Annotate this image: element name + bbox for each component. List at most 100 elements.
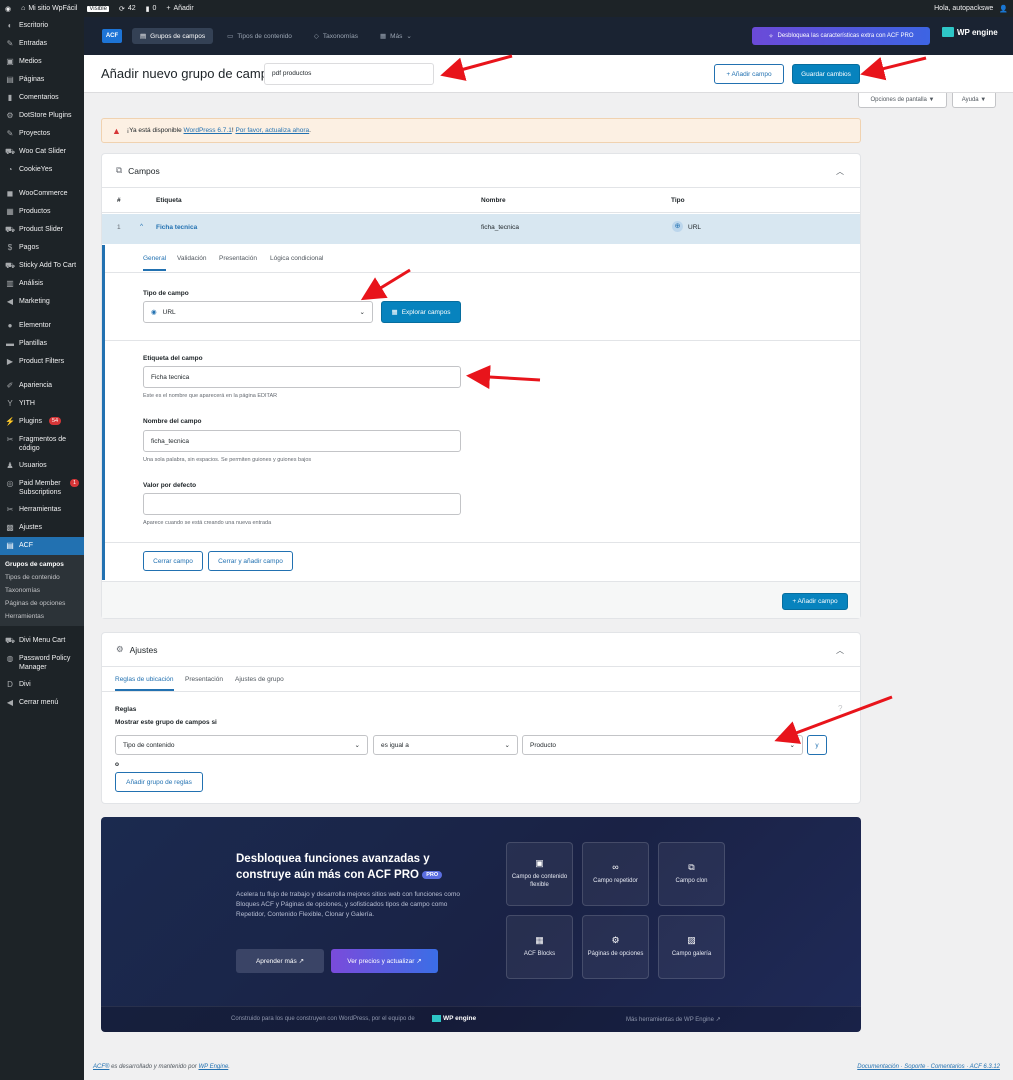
tab-presentation[interactable]: Presentación: [219, 255, 257, 262]
submenu-item[interactable]: Taxonomías: [0, 584, 84, 597]
sidebar-item-woocommerce[interactable]: ◼ WooCommerce: [0, 185, 84, 203]
submenu-item[interactable]: Tipos de contenido: [0, 571, 84, 584]
tab-validation[interactable]: Validación: [177, 255, 207, 262]
update-now-link[interactable]: Por favor, actualiza ahora: [235, 127, 309, 134]
sidebar-item-apariencia[interactable]: ✐ Apariencia: [0, 377, 84, 395]
sidebar-item-sticky-add-to-cart[interactable]: ⛟ Sticky Add To Cart: [0, 257, 84, 275]
add-new-link[interactable]: + Añadir: [161, 0, 198, 17]
sidebar-item-herramientas[interactable]: ✂ Herramientas: [0, 501, 84, 519]
wpengine-link[interactable]: WP Engine: [198, 1064, 228, 1070]
sidebar-item-fragmentos-de-c-digo[interactable]: ✂ Fragmentos de código: [0, 431, 84, 457]
unlock-pro-button[interactable]: ✧ Desbloquea las características extra co…: [752, 27, 930, 45]
wpengine-footer-logo[interactable]: WP engine: [432, 1015, 476, 1022]
tab-location-rules[interactable]: Reglas de ubicación: [115, 676, 174, 691]
sidebar-item-p-ginas[interactable]: ▤ Páginas: [0, 71, 84, 89]
learn-more-button[interactable]: Aprender más ↗: [236, 949, 324, 973]
table-row[interactable]: 1 ^ Ficha tecnica ficha_tecnica ⊕ URL: [102, 214, 860, 244]
acf-link[interactable]: ACF®: [93, 1064, 109, 1070]
sidebar-item-proyectos[interactable]: ✎ Proyectos: [0, 125, 84, 143]
updates-link[interactable]: ⟳ 42: [114, 0, 141, 17]
sidebar-item-password-policy-manager[interactable]: ◍ Password Policy Manager: [0, 650, 84, 676]
sidebar-item-acf[interactable]: ▤ ACF: [0, 537, 84, 555]
site-name-link[interactable]: ⌂ Mi sitio WpFácil: [16, 0, 82, 17]
acf-logo[interactable]: ACF: [102, 29, 122, 43]
sidebar-item-entradas[interactable]: ✎ Entradas: [0, 35, 84, 53]
field-name-input[interactable]: ficha_tecnica: [143, 430, 461, 452]
tag-icon: ◇: [313, 33, 319, 40]
screen-options-button[interactable]: Opciones de pantalla ▼: [858, 93, 947, 108]
sidebar-item-cerrar-men-[interactable]: ◀ Cerrar menú: [0, 694, 84, 712]
sidebar-item-medios[interactable]: ▣ Medios: [0, 53, 84, 71]
help-icon[interactable]: ?: [838, 704, 842, 713]
sidebar-item-marketing[interactable]: ◀ Marketing: [0, 293, 84, 311]
field-label-link[interactable]: Ficha tecnica: [156, 224, 197, 231]
field-label-input[interactable]: Ficha tecnica: [143, 366, 461, 388]
tab-presentation-settings[interactable]: Presentación: [185, 676, 223, 683]
help-button[interactable]: Ayuda ▼: [952, 93, 996, 108]
submenu-item[interactable]: Páginas de opciones: [0, 597, 84, 610]
sidebar-item-paid-member-subscriptions[interactable]: ◎ Paid Member Subscriptions 1: [0, 475, 84, 501]
add-rule-group-button[interactable]: Añadir grupo de reglas: [115, 772, 203, 792]
scissors-icon: ✂: [6, 435, 14, 444]
settings-icon: ▩: [6, 523, 14, 532]
count-badge: 1: [69, 479, 79, 487]
sidebar-item-yith[interactable]: Y YITH: [0, 395, 84, 413]
more-tools-link[interactable]: Más herramientas de WP Engine ↗: [626, 1016, 721, 1023]
rule-value-select[interactable]: Producto ⌄: [522, 735, 803, 755]
wordpress-logo-icon[interactable]: ◉: [0, 0, 16, 17]
pricing-button[interactable]: Ver precios y actualizar ↗: [331, 949, 438, 973]
add-field-button-top[interactable]: + Añadir campo: [714, 64, 784, 84]
field-type-select[interactable]: ◉ URL ⌄: [143, 301, 373, 323]
group-title-input[interactable]: pdf productos: [264, 63, 434, 85]
close-field-button[interactable]: Cerrar campo: [143, 551, 203, 571]
money-icon: $: [7, 243, 13, 252]
sidebar-item-divi[interactable]: D Divi: [0, 676, 84, 694]
footer-links[interactable]: Documentación · Soporte · Comentarios · …: [857, 1064, 1000, 1070]
close-add-field-button[interactable]: Cerrar y añadir campo: [208, 551, 293, 571]
sidebar-item-ajustes[interactable]: ▩ Ajustes: [0, 519, 84, 537]
user-greeting[interactable]: Hola, autopackswe 👤: [929, 0, 1013, 17]
sidebar-item-escritorio[interactable]: ◐ Escritorio: [0, 17, 84, 35]
save-changes-button[interactable]: Guardar cambios: [792, 64, 860, 84]
sidebar-item-cookieyes[interactable]: ◔ CookieYes: [0, 161, 84, 179]
fields-panel-title: Campos: [128, 165, 160, 176]
fields-panel-header[interactable]: ⧉ Campos ︿: [102, 154, 860, 188]
explore-fields-button[interactable]: ▦ Explorar campos: [381, 301, 461, 323]
sidebar-item-dotstore-plugins[interactable]: ⚙ DotStore Plugins: [0, 107, 84, 125]
sidebar-item-comentarios[interactable]: ▮ Comentarios: [0, 89, 84, 107]
tab-field-groups[interactable]: ▤ Grupos de campos: [132, 28, 214, 44]
submenu-item[interactable]: Grupos de campos: [0, 558, 84, 571]
sidebar-item-plugins[interactable]: ⚡ Plugins 54: [0, 413, 84, 431]
feature-card: ▣ Campo de contenido flexible: [506, 842, 573, 906]
sidebar-item-usuarios[interactable]: ♟ Usuarios: [0, 457, 84, 475]
sidebar-item-an-lisis[interactable]: ▥ Análisis: [0, 275, 84, 293]
settings-panel-header[interactable]: ⚙ Ajustes ︿: [102, 633, 860, 667]
rule-param-select[interactable]: Tipo de contenido ⌄: [115, 735, 368, 755]
comments-link[interactable]: ▮ 0: [141, 0, 162, 17]
gear-icon: ⚙: [611, 935, 620, 945]
tab-post-types[interactable]: ▭ Tipos de contenido: [219, 28, 300, 44]
add-field-button-bottom[interactable]: + Añadir campo: [782, 593, 848, 610]
sidebar-item-elementor[interactable]: ● Elementor: [0, 317, 84, 335]
and-rule-button[interactable]: y: [807, 735, 827, 755]
chevron-up-icon[interactable]: ︿: [836, 166, 844, 177]
sidebar-item-product-filters[interactable]: ▶ Product Filters: [0, 353, 84, 371]
tab-conditional-logic[interactable]: Lógica condicional: [270, 255, 323, 262]
sidebar-item-pagos[interactable]: $ Pagos: [0, 239, 84, 257]
rule-operator-select[interactable]: es igual a ⌄: [373, 735, 518, 755]
tab-general[interactable]: General: [143, 255, 167, 271]
sidebar-item-woo-cat-slider[interactable]: ⛟ Woo Cat Slider: [0, 143, 84, 161]
sidebar-item-product-slider[interactable]: ⛟ Product Slider: [0, 221, 84, 239]
wpengine-logo[interactable]: WP engine: [942, 27, 998, 37]
submenu-item[interactable]: Herramientas: [0, 610, 84, 623]
tab-group-settings[interactable]: Ajustes de grupo: [235, 676, 284, 683]
chevron-up-icon[interactable]: ^: [140, 223, 143, 230]
chevron-up-icon[interactable]: ︿: [836, 645, 844, 656]
wordpress-version-link[interactable]: WordPress 6.7.1: [184, 127, 232, 134]
sidebar-item-productos[interactable]: ▦ Productos: [0, 203, 84, 221]
sidebar-item-divi-menu-cart[interactable]: ⛟ Divi Menu Cart: [0, 632, 84, 650]
default-value-input[interactable]: [143, 493, 461, 515]
tab-more[interactable]: ▦ Más ⌄: [372, 28, 420, 44]
sidebar-item-plantillas[interactable]: ▬ Plantillas: [0, 335, 84, 353]
tab-taxonomies[interactable]: ◇ Taxonomías: [306, 28, 366, 44]
